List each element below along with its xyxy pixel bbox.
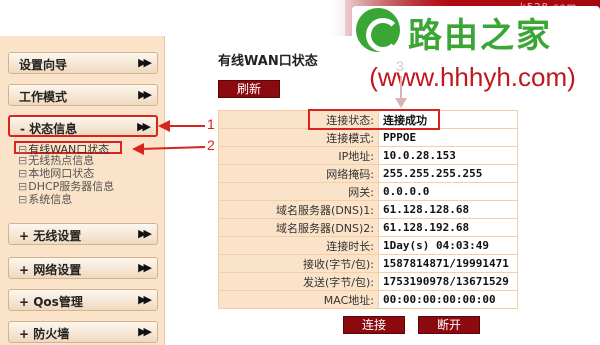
status-row: 网关: 0.0.0.0 [218, 182, 518, 201]
tree-node-icon: ⊟ [18, 167, 28, 180]
logo-icon [356, 8, 400, 52]
menu-firewall[interactable]: + 防火墙 ▶▶ [8, 321, 158, 343]
status-row: 域名服务器(DNS)2: 61.128.192.68 [218, 218, 518, 237]
status-key: IP地址: [218, 146, 379, 165]
status-key: 网关: [218, 182, 379, 201]
menu-label: + 防火墙 [19, 327, 70, 341]
site-logo: 路由之家 [352, 6, 600, 56]
status-value: 61.128.128.68 [378, 200, 518, 219]
submenu-item-wan-status[interactable]: ⊟有线WAN口状态 [14, 141, 122, 156]
menu-setup-wizard[interactable]: 设置向导 ▶▶ [8, 52, 158, 74]
annotation-number-1: 1 [207, 116, 215, 132]
double-arrow-icon: ▶▶ [138, 293, 152, 306]
double-arrow-icon: ▶▶ [138, 261, 152, 274]
status-value: 10.0.28.153 [378, 146, 518, 165]
status-value: 1Day(s) 04:03:49 [378, 236, 518, 255]
status-value: 0.0.0.0 [378, 182, 518, 201]
menu-label: 设置向导 [19, 58, 68, 72]
page-title: 有线WAN口状态 [218, 54, 318, 69]
menu-network-settings[interactable]: + 网络设置 ▶▶ [8, 257, 158, 279]
status-row: 连接时长: 1Day(s) 04:03:49 [218, 236, 518, 255]
status-value: 1753190978/13671529 [378, 272, 518, 291]
status-submenu: ⊟有线WAN口状态 ⊟无线热点信息 ⊟本地网口状态 ⊟DHCP服务器信息 ⊟系统… [14, 141, 163, 206]
double-arrow-icon: ▶▶ [138, 227, 152, 240]
submenu-label: DHCP服务器信息 [28, 180, 115, 193]
disconnect-button[interactable]: 断开 [418, 316, 480, 334]
connect-button[interactable]: 连接 [343, 316, 405, 334]
tree-node-icon: ⊟ [18, 154, 28, 167]
double-arrow-icon: ▶▶ [138, 325, 152, 338]
status-value: 61.128.192.68 [378, 218, 518, 237]
status-key: 连接模式: [218, 128, 379, 147]
status-value: 1587814871/19991471 [378, 254, 518, 273]
status-row: 连接模式: PPPOE [218, 128, 518, 147]
status-row: 发送(字节/包): 1753190978/13671529 [218, 272, 518, 291]
menu-status-info[interactable]: - 状态信息 ▶▶ [8, 115, 158, 137]
status-row: IP地址: 10.0.28.153 [218, 146, 518, 165]
tree-node-icon: ⊟ [18, 180, 28, 193]
status-key: 连接时长: [218, 236, 379, 255]
refresh-button[interactable]: 刷新 [218, 80, 280, 98]
status-key: 域名服务器(DNS)2: [218, 218, 379, 237]
status-key: 网络掩码: [218, 164, 379, 183]
connection-status-highlight [308, 109, 440, 130]
menu-label: + Qos管理 [19, 295, 83, 309]
submenu-label: 无线热点信息 [28, 154, 95, 167]
status-key: 域名服务器(DNS)1: [218, 200, 379, 219]
double-arrow-icon: ▶▶ [138, 88, 152, 101]
status-key: 接收(字节/包): [218, 254, 379, 273]
logo-name: 路由之家 [408, 16, 552, 56]
status-value: 255.255.255.255 [378, 164, 518, 183]
status-key: MAC地址: [218, 290, 379, 309]
menu-qos[interactable]: + Qos管理 ▶▶ [8, 289, 158, 311]
annotation-number-2: 2 [207, 137, 215, 153]
status-value: PPPOE [378, 128, 518, 147]
menu-label: + 无线设置 [19, 229, 82, 243]
double-arrow-icon: ▶▶ [137, 120, 151, 133]
arrow-3-head [395, 98, 407, 108]
logo-url: (www.hhhyh.com) [369, 62, 576, 92]
annotation-number-3: 3 [396, 58, 404, 74]
double-arrow-icon: ▶▶ [138, 56, 152, 69]
status-row: 网络掩码: 255.255.255.255 [218, 164, 518, 183]
menu-work-mode[interactable]: 工作模式 ▶▶ [8, 84, 158, 106]
submenu-item-wireless-hotspot[interactable]: ⊟无线热点信息 [18, 154, 163, 167]
status-row: MAC地址: 00:00:00:00:00:00 [218, 290, 518, 309]
status-value: 00:00:00:00:00:00 [378, 290, 518, 309]
status-key: 发送(字节/包): [218, 272, 379, 291]
submenu-label: 系统信息 [28, 193, 73, 206]
submenu-item-system-info[interactable]: ⊟系统信息 [18, 193, 163, 206]
menu-label: + 网络设置 [19, 263, 82, 277]
wan-status-table: 连接状态: 连接成功 连接模式: PPPOE IP地址: 10.0.28.153 网络掩码:… [218, 110, 518, 309]
submenu-item-dhcp-info[interactable]: ⊟DHCP服务器信息 [18, 180, 163, 193]
menu-wireless-settings[interactable]: + 无线设置 ▶▶ [8, 223, 158, 245]
tree-node-icon: ⊟ [18, 193, 28, 206]
status-row: 域名服务器(DNS)1: 61.128.128.68 [218, 200, 518, 219]
status-row: 接收(字节/包): 1587814871/19991471 [218, 254, 518, 273]
submenu-label: 本地网口状态 [28, 167, 95, 180]
menu-label: 工作模式 [19, 90, 68, 104]
menu-label: - 状态信息 [20, 122, 78, 136]
submenu-item-lan-status[interactable]: ⊟本地网口状态 [18, 167, 163, 180]
